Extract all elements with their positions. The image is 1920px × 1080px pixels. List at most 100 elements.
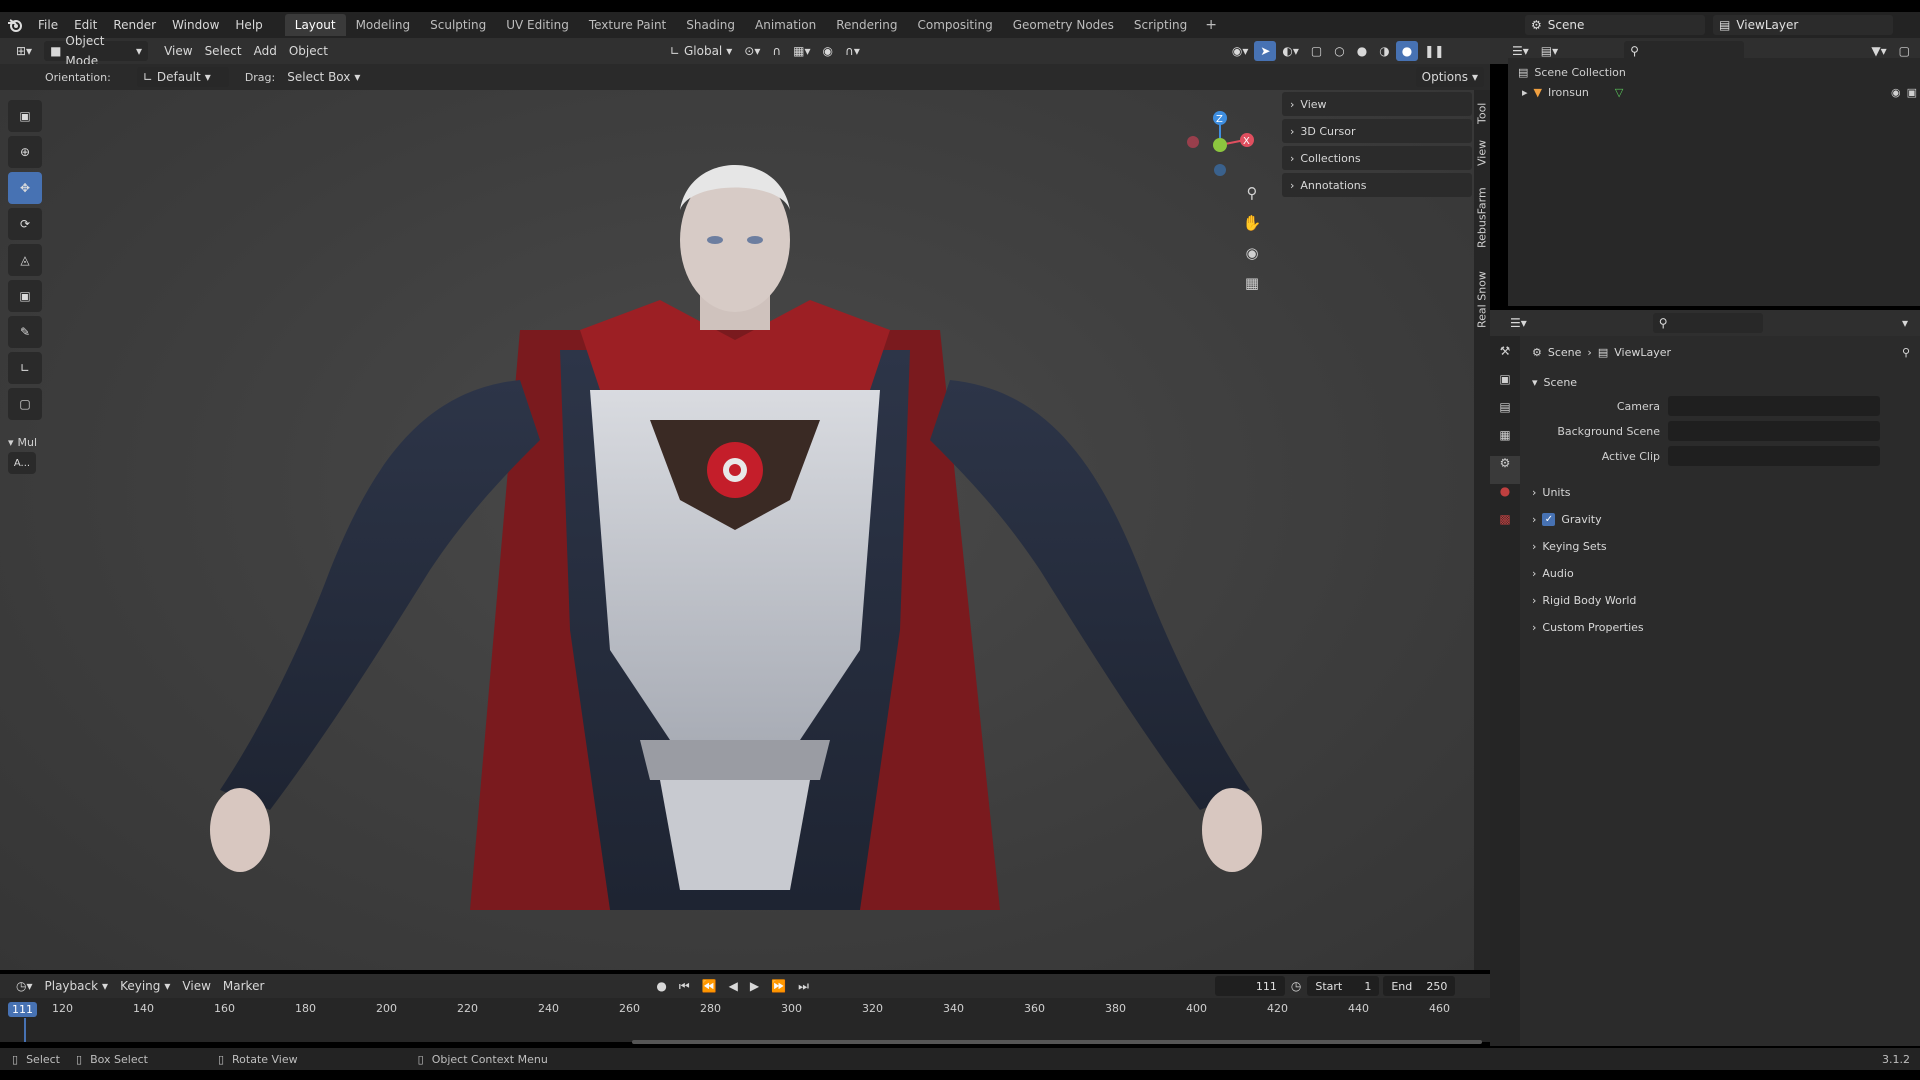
pin-icon[interactable]: ⚲ bbox=[1902, 346, 1910, 359]
npanel-annotations[interactable]: › Annotations bbox=[1282, 173, 1472, 197]
cursor-icon[interactable]: ⊕ bbox=[8, 136, 42, 168]
transform-icon[interactable]: ▣ bbox=[8, 280, 42, 312]
tab-modeling[interactable]: Modeling bbox=[346, 14, 421, 36]
tab-animation[interactable]: Animation bbox=[745, 14, 826, 36]
panel-custom-properties[interactable]: › Custom Properties bbox=[1532, 615, 1910, 639]
camera-field[interactable] bbox=[1668, 396, 1880, 416]
menu-render[interactable]: Render bbox=[105, 18, 164, 32]
wireframe-shading-icon[interactable]: ○ bbox=[1328, 41, 1350, 61]
navigation-gizmo[interactable]: Z X bbox=[1175, 100, 1265, 190]
options-button[interactable]: Options ▾ bbox=[1415, 67, 1484, 87]
menu-edit[interactable]: Edit bbox=[66, 18, 105, 32]
pan-hand-icon[interactable]: ✋ bbox=[1240, 214, 1264, 244]
add-workspace-button[interactable]: + bbox=[1197, 17, 1225, 33]
next-keyframe-icon[interactable]: ⏩ bbox=[765, 976, 792, 996]
tab-shading[interactable]: Shading bbox=[676, 14, 745, 36]
properties-editor-type-icon[interactable]: ☰▾ bbox=[1504, 313, 1533, 333]
menu-keying[interactable]: Keying ▾ bbox=[114, 976, 176, 996]
editor-type-button[interactable]: ⊞▾ bbox=[10, 41, 38, 61]
tab-rendering[interactable]: Rendering bbox=[826, 14, 907, 36]
drag-selector[interactable]: Select Box ▾ bbox=[281, 67, 366, 87]
menu-file[interactable]: File bbox=[30, 18, 66, 32]
scene-section-header[interactable]: ▾ Scene bbox=[1532, 370, 1910, 394]
outliner-object-row[interactable]: ▸ ▼ Ironsun ▽ ◉ ▣ bbox=[1522, 86, 1917, 99]
measure-icon[interactable]: ∟ bbox=[8, 352, 42, 384]
grid-view-icon[interactable]: ▦ bbox=[1240, 274, 1264, 304]
background-scene-field[interactable] bbox=[1668, 421, 1880, 441]
solid-shading-icon[interactable]: ● bbox=[1351, 41, 1373, 61]
play-reverse-icon[interactable]: ◀ bbox=[723, 976, 744, 996]
tab-geometry-nodes[interactable]: Geometry Nodes bbox=[1003, 14, 1124, 36]
chevron-down-icon[interactable]: ▾ bbox=[1896, 313, 1914, 333]
material-shading-icon[interactable]: ◑ bbox=[1373, 41, 1395, 61]
jump-end-icon[interactable]: ⏭ bbox=[792, 976, 815, 996]
npanel-view[interactable]: › View bbox=[1282, 92, 1472, 116]
menu-object[interactable]: Object bbox=[283, 41, 334, 61]
panel-audio[interactable]: › Audio bbox=[1532, 561, 1910, 585]
proportional-edit-icon[interactable]: ◉ bbox=[817, 41, 839, 61]
3d-viewport[interactable]: Z X ⚲ ✋ ◉ ▦ bbox=[0, 90, 1478, 970]
tab-compositing[interactable]: Compositing bbox=[907, 14, 1002, 36]
pivot-icon[interactable]: ⊙▾ bbox=[738, 41, 766, 61]
transform-orientation-selector[interactable]: ∟ Global ▾ bbox=[664, 41, 738, 61]
orientation-selector[interactable]: ∟ Default ▾ bbox=[136, 67, 229, 87]
menu-select[interactable]: Select bbox=[199, 41, 248, 61]
rendered-shading-icon[interactable]: ● bbox=[1395, 41, 1419, 61]
scale-icon[interactable]: ◬ bbox=[8, 244, 42, 276]
playhead[interactable]: 111 bbox=[8, 1002, 37, 1017]
panel-gravity[interactable]: › ✓ Gravity bbox=[1532, 507, 1910, 531]
tab-view[interactable]: View bbox=[1474, 136, 1490, 170]
snap-target-icon[interactable]: ▦▾ bbox=[787, 41, 816, 61]
overlay-toggle-icon[interactable]: ◐▾ bbox=[1276, 41, 1305, 61]
blender-logo-icon[interactable] bbox=[0, 17, 30, 33]
render-camera-icon[interactable]: ▣ bbox=[1907, 86, 1917, 99]
stopwatch-icon[interactable]: ◷ bbox=[1285, 976, 1307, 996]
falloff-icon[interactable]: ∩▾ bbox=[839, 41, 866, 61]
world-tab-icon[interactable]: ● bbox=[1490, 484, 1520, 512]
start-frame-field[interactable]: Start 1 bbox=[1307, 976, 1380, 996]
menu-window[interactable]: Window bbox=[164, 18, 227, 32]
texture-tab-icon[interactable]: ▩ bbox=[1490, 512, 1520, 540]
scene-tab-icon[interactable]: ⚙ bbox=[1490, 456, 1520, 484]
zoom-icon[interactable]: ⚲ bbox=[1240, 184, 1264, 214]
visibility-icon[interactable]: ◉▾ bbox=[1226, 41, 1255, 61]
snap-icon[interactable]: ∩ bbox=[766, 41, 787, 61]
tab-scripting[interactable]: Scripting bbox=[1124, 14, 1197, 36]
view-layer-tab-icon[interactable]: ▦ bbox=[1490, 428, 1520, 456]
addon-button[interactable]: A... bbox=[8, 452, 36, 474]
camera-view-icon[interactable]: ◉ bbox=[1240, 244, 1264, 274]
active-clip-field[interactable] bbox=[1668, 446, 1880, 466]
gravity-checkbox[interactable]: ✓ bbox=[1542, 512, 1556, 526]
tab-layout[interactable]: Layout bbox=[284, 14, 346, 36]
menu-add[interactable]: Add bbox=[248, 41, 283, 61]
select-box-icon[interactable]: ▣ bbox=[8, 100, 42, 132]
move-icon[interactable]: ✥ bbox=[8, 172, 42, 204]
rotate-icon[interactable]: ⟳ bbox=[8, 208, 42, 240]
npanel-3d-cursor[interactable]: › 3D Cursor bbox=[1282, 119, 1472, 143]
expand-arrow-icon[interactable]: ▸ bbox=[1522, 86, 1528, 99]
render-tab-icon[interactable]: ▣ bbox=[1490, 372, 1520, 400]
timeline-scrollbar[interactable] bbox=[632, 1040, 1482, 1044]
timeline[interactable]: 111 120 140 160 180 200 220 240 260 280 300 320 340… bbox=[0, 998, 1490, 1044]
pause-icon[interactable]: ❚❚ bbox=[1418, 41, 1450, 61]
record-icon[interactable]: ● bbox=[650, 976, 672, 996]
properties-search-input[interactable]: ⚲ bbox=[1652, 313, 1763, 333]
gizmo-toggle-icon[interactable]: ➤ bbox=[1254, 41, 1277, 61]
menu-view[interactable]: View bbox=[158, 41, 198, 61]
add-cube-icon[interactable]: ▢ bbox=[8, 388, 42, 420]
tab-texture-paint[interactable]: Texture Paint bbox=[579, 14, 676, 36]
prev-keyframe-icon[interactable]: ⏪ bbox=[696, 976, 723, 996]
scene-selector[interactable]: ⚙ Scene bbox=[1525, 15, 1705, 35]
play-icon[interactable]: ▶ bbox=[744, 976, 765, 996]
tab-rebusfarm[interactable]: RebusFarm bbox=[1474, 182, 1490, 254]
npanel-collections[interactable]: › Collections bbox=[1282, 146, 1472, 170]
tool-tab-icon[interactable]: ⚒ bbox=[1490, 344, 1520, 372]
xray-icon[interactable]: ▢ bbox=[1305, 41, 1328, 61]
tab-real-snow[interactable]: Real Snow bbox=[1474, 268, 1490, 332]
jump-start-icon[interactable]: ⏮ bbox=[673, 976, 696, 996]
tab-sculpting[interactable]: Sculpting bbox=[420, 14, 496, 36]
menu-timeline-view[interactable]: View bbox=[176, 976, 216, 996]
timeline-editor-type-icon[interactable]: ◷▾ bbox=[10, 976, 39, 996]
addon-panel[interactable]: ▾ Mul bbox=[8, 432, 48, 452]
scene-collection-row[interactable]: ▤ Scene Collection bbox=[1518, 66, 1626, 79]
